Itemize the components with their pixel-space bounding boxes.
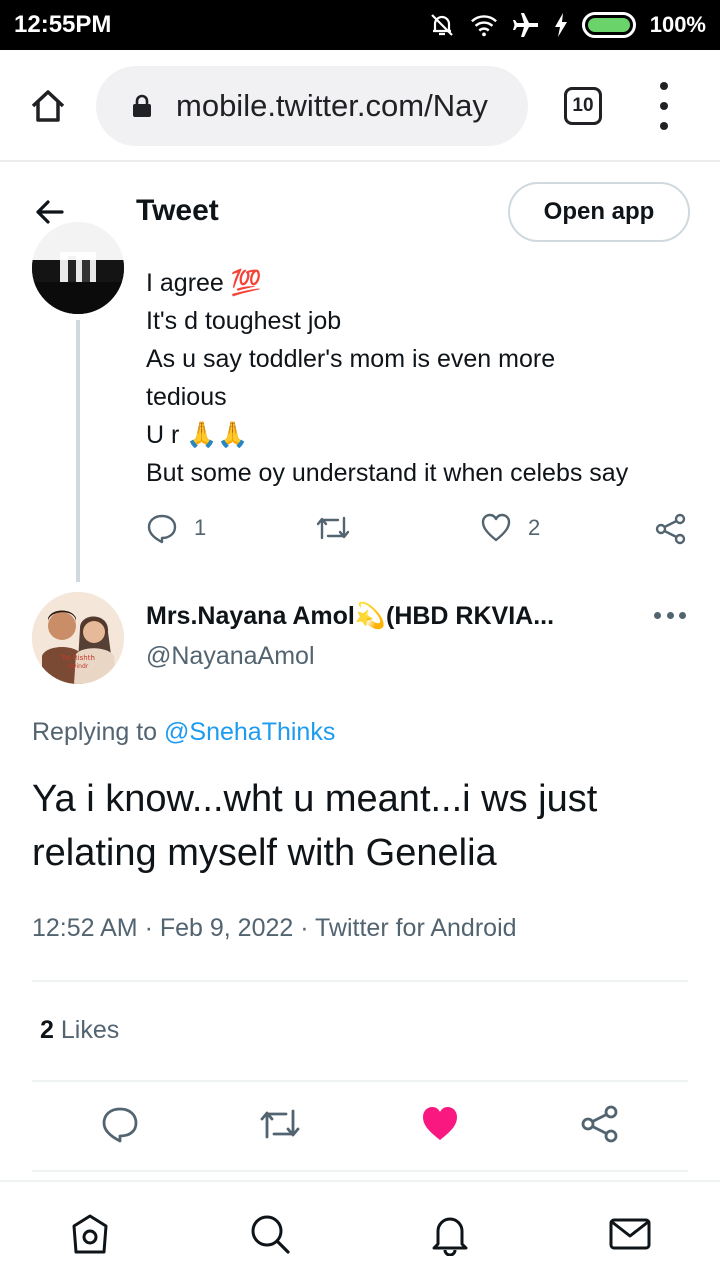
reply-icon[interactable] [100,1104,140,1144]
parent-tweet-text: I agree 💯 It's d toughest job As u say t… [146,264,706,492]
more-options-button[interactable] [654,612,686,624]
parent-share-button[interactable] [654,512,688,546]
battery-fill [587,18,630,32]
divider [32,1080,688,1082]
tweet-page-header: Tweet Open app [0,162,720,260]
likes-count: 2 [40,1016,54,1044]
author-name[interactable]: Mrs.Nayana Amol💫(HBD RKVIA... [146,602,554,631]
parent-like-button[interactable]: 2 [480,512,540,544]
parent-line: tedious [146,383,227,411]
silent-bell-icon [428,11,456,39]
airplane-icon [512,11,540,39]
svg-text:Tst Rishth: Tst Rishth [60,654,95,662]
back-arrow-icon[interactable] [30,192,70,232]
tab-switcher-button[interactable]: 10 [564,87,602,125]
browser-home-button[interactable] [22,80,74,132]
home-outline-icon [31,90,65,122]
replying-to: Replying to @SnehaThinks [32,718,335,747]
heart-outline-icon [481,513,511,542]
home-icon[interactable] [68,1212,112,1256]
menu-dot [660,102,668,110]
tweet-metadata: 12:52 AM · Feb 9, 2022 · Twitter for And… [32,914,517,942]
reply-icon [147,514,177,544]
author-avatar[interactable]: Tst Rishth Myindr [32,592,124,684]
share-icon [655,513,686,545]
screen: 12:55PM 100% mobile.twitter.com/Nay 10 T… [0,0,720,1280]
more-dot [679,612,686,619]
messages-icon[interactable] [608,1212,652,1256]
parent-tweet-actions: 1 2 [146,512,690,552]
battery-indicator [581,12,636,38]
wifi-icon [470,11,498,39]
menu-dot [660,122,668,130]
open-app-button[interactable]: Open app [508,182,690,242]
divider [32,1170,688,1172]
parent-line: It's d toughest job [146,307,342,335]
parent-retweet-button[interactable] [314,512,352,544]
divider [32,980,688,982]
reply-count: 1 [194,515,207,540]
browser-menu-button[interactable] [650,82,678,130]
notifications-icon[interactable] [428,1212,472,1256]
replying-mention-link[interactable]: @SnehaThinks [164,718,335,746]
tweet-text: Ya i know...wht u meant...i ws just rela… [32,778,598,874]
parent-reply-button[interactable]: 1 [146,512,206,544]
retweet-icon[interactable] [258,1104,302,1144]
tweet-actions [0,1100,720,1152]
battery-percent: 100% [649,12,706,37]
page-title: Tweet [136,194,219,227]
like-count: 2 [528,515,541,540]
url-text: mobile.twitter.com/Nay [176,88,488,123]
more-dot [654,612,661,619]
explore-icon[interactable] [248,1212,292,1256]
likes-count-row[interactable]: 2 Likes [40,1016,119,1045]
share-icon[interactable] [580,1104,620,1144]
parent-line: As u say toddler's mom is even more [146,345,556,373]
status-icons: 100% [428,11,706,39]
charging-icon [554,11,568,39]
address-bar[interactable]: mobile.twitter.com/Nay [96,66,528,146]
lock-icon [133,94,151,117]
thread-connector [76,320,80,582]
heart-filled-icon[interactable] [420,1104,460,1144]
retweet-icon [316,516,350,540]
status-bar: 12:55PM 100% [0,0,720,50]
menu-dot [660,82,668,90]
bottom-navigation [0,1180,720,1280]
parent-line: But some oy understand it when celebs sa… [146,459,629,487]
replying-prefix: Replying to [32,718,158,746]
status-time: 12:55PM [14,11,112,38]
likes-label: Likes [60,1016,120,1044]
svg-text:Myindr: Myindr [68,663,89,670]
author-handle[interactable]: @NayanaAmol [146,642,315,671]
more-dot [666,612,674,619]
parent-line: I agree 💯 [146,269,262,297]
parent-line: U r 🙏🙏 [146,421,249,449]
browser-toolbar: mobile.twitter.com/Nay 10 [0,50,720,162]
avatar-image: Tst Rishth Myindr [32,592,124,684]
